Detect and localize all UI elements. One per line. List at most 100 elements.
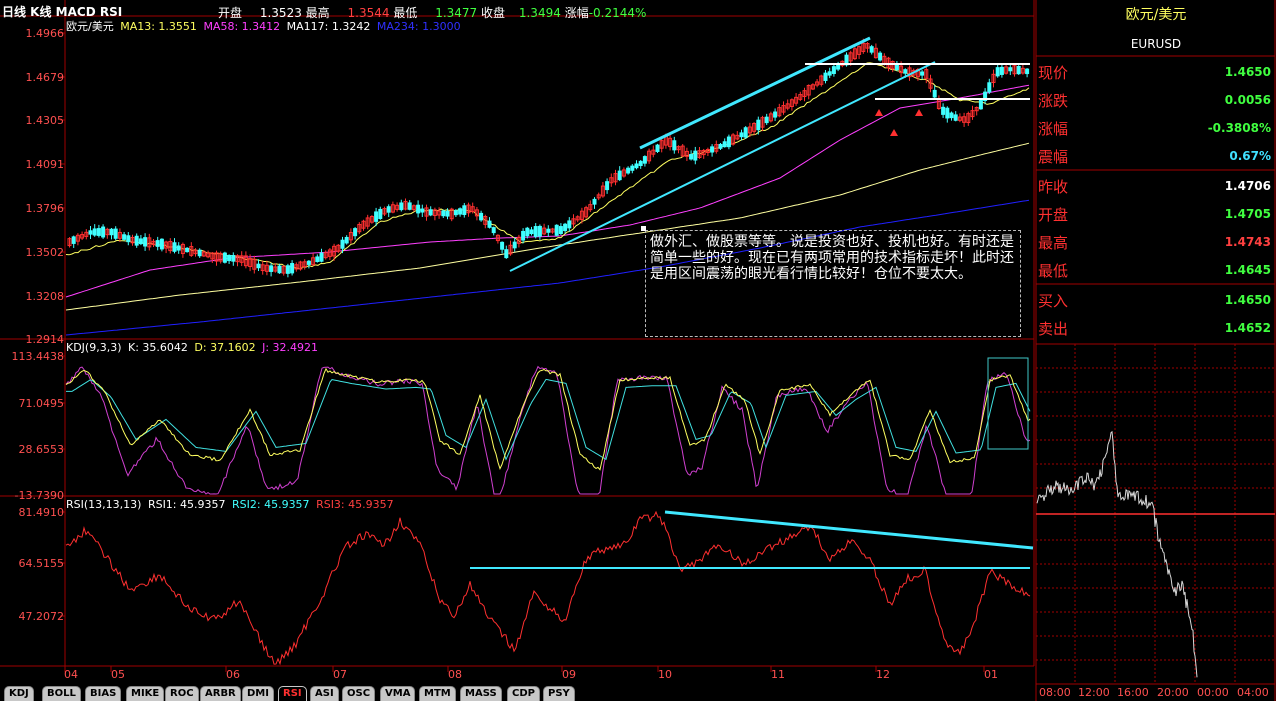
change-value: -0.2144% xyxy=(588,6,647,20)
quote-row: 最高 1.4743 xyxy=(1037,228,1275,256)
tab-dmi[interactable]: DMI xyxy=(242,686,274,701)
rsi2-label: RSI2: 45.9357 xyxy=(232,498,310,511)
intraday-price-line xyxy=(1036,430,1198,678)
candle xyxy=(878,52,883,61)
up-arrow-marker xyxy=(875,109,883,116)
candle xyxy=(920,71,925,76)
candle xyxy=(487,220,492,228)
candle xyxy=(932,89,937,98)
intraday-x-label: 04:00 xyxy=(1237,686,1269,699)
quote-row: 涨跌 0.0056 xyxy=(1037,86,1275,114)
rsi1-label: RSI1: 45.9357 xyxy=(147,498,226,511)
quote-row: 卖出 1.4652 xyxy=(1037,314,1275,342)
rsi-tick: 81.4910 xyxy=(18,506,65,519)
candle xyxy=(462,205,467,216)
candle xyxy=(416,204,421,214)
candle xyxy=(894,64,899,71)
candle xyxy=(285,265,290,274)
candle xyxy=(441,210,446,217)
tab-osc[interactable]: OSC xyxy=(342,686,376,701)
candle xyxy=(71,236,76,244)
tab-bias[interactable]: BIAS xyxy=(85,686,122,701)
candle xyxy=(92,228,97,236)
tab-kdj[interactable]: KDJ xyxy=(4,686,34,701)
candle xyxy=(109,228,114,236)
candle xyxy=(340,239,345,249)
candle xyxy=(521,230,526,241)
x-axis-label: 08 xyxy=(448,668,462,681)
price-tick: 1.4966 xyxy=(25,27,65,40)
quote-row-label: 卖出 xyxy=(1038,320,1069,338)
quote-row: 最低 1.4645 xyxy=(1037,256,1275,284)
candle xyxy=(512,241,517,249)
tab-mike[interactable]: MIKE xyxy=(126,686,165,701)
tab-cdp[interactable]: CDP xyxy=(507,686,540,701)
quote-row-value: 1.4743 xyxy=(1224,235,1271,249)
quote-row: 开盘 1.4705 xyxy=(1037,200,1275,228)
kdj-j-line xyxy=(65,365,1031,495)
candle xyxy=(269,265,274,272)
quote-row-label: 震幅 xyxy=(1038,148,1069,166)
tab-vma[interactable]: VMA xyxy=(380,686,416,701)
analysis-note: 做外汇、做股票等等。说是投资也好、投机也好。有时还是简单一些的好。现在已有两项常… xyxy=(645,230,1021,337)
candle xyxy=(718,143,723,149)
intraday-x-label: 12:00 xyxy=(1078,686,1110,699)
candle xyxy=(554,224,559,236)
candle xyxy=(231,255,236,262)
candle xyxy=(143,237,148,247)
candle xyxy=(353,228,358,237)
candle xyxy=(96,228,101,236)
x-axis-label: 04 xyxy=(64,668,78,681)
candle xyxy=(558,226,563,235)
tab-mtm[interactable]: MTM xyxy=(419,686,456,701)
quote-row: 昨收 1.4706 xyxy=(1037,172,1275,200)
candle xyxy=(453,210,458,216)
kdj-d-line xyxy=(66,378,1031,461)
candle xyxy=(533,226,538,237)
candle xyxy=(344,236,349,244)
candle xyxy=(256,263,261,269)
rsi-tick: 64.5155 xyxy=(18,557,65,570)
kdj-legend: KDJ(9,3,3) K: 35.6042 D: 37.1602 J: 32.4… xyxy=(66,341,318,354)
x-axis-label: 12 xyxy=(876,668,890,681)
tab-asi[interactable]: ASI xyxy=(310,686,339,701)
price-legend: 欧元/美元 MA13: 1.3551 MA58: 1.3412 MA117: 1… xyxy=(66,18,461,34)
quote-row-value: 1.4650 xyxy=(1224,293,1271,307)
candle xyxy=(592,198,597,205)
candle xyxy=(420,208,425,213)
tab-boll[interactable]: BOLL xyxy=(42,686,81,701)
tab-arbr[interactable]: ARBR xyxy=(200,686,241,701)
candle xyxy=(995,67,1000,77)
quote-row-label: 最低 xyxy=(1038,262,1069,280)
ma58-label: MA58: 1.3412 xyxy=(203,20,281,33)
quote-row-value: 1.4652 xyxy=(1224,321,1271,335)
quote-row-value: 1.4705 xyxy=(1224,207,1271,221)
candle xyxy=(638,160,643,167)
kdj-k-line xyxy=(65,367,1031,471)
candle xyxy=(1025,68,1030,75)
candle xyxy=(655,144,660,152)
intraday-x-label: 08:00 xyxy=(1039,686,1071,699)
kdj-lines xyxy=(65,365,1031,495)
quote-row-label: 涨跌 xyxy=(1038,92,1069,110)
candle xyxy=(172,242,177,252)
candle xyxy=(987,82,992,93)
candle xyxy=(605,181,610,191)
tab-roc[interactable]: ROC xyxy=(165,686,199,701)
note-handle[interactable] xyxy=(641,226,646,231)
candle xyxy=(693,150,698,161)
candle xyxy=(743,127,748,138)
tab-psy[interactable]: PSY xyxy=(543,686,575,701)
x-axis-label: 07 xyxy=(333,668,347,681)
tab-mass[interactable]: MASS xyxy=(460,686,502,701)
tab-rsi[interactable]: RSI xyxy=(278,686,307,701)
intraday-chart xyxy=(1035,344,1276,685)
candle xyxy=(978,99,983,110)
quote-row-label: 现价 xyxy=(1038,64,1069,82)
symbol-label: 欧元/美元 xyxy=(66,20,114,33)
intraday-x-label: 20:00 xyxy=(1157,686,1189,699)
x-axis-label: 01 xyxy=(984,668,998,681)
candle xyxy=(479,212,484,221)
candle xyxy=(537,225,542,237)
candle xyxy=(399,202,404,211)
